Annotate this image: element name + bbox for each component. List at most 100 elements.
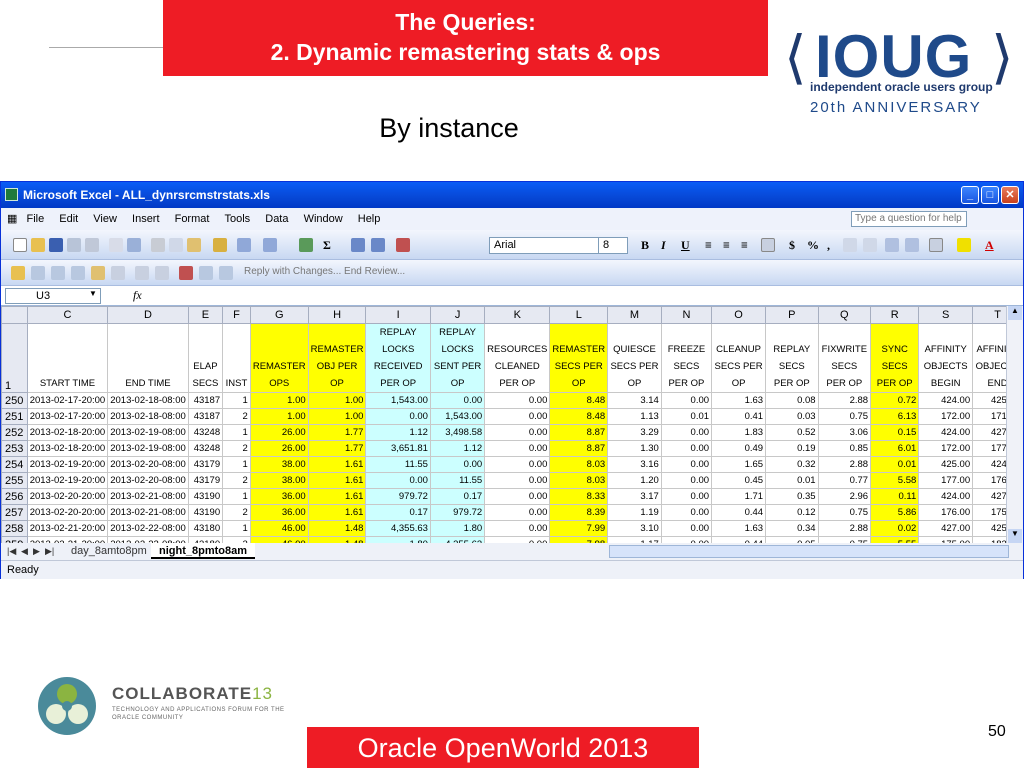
table-cell[interactable]: 43179 — [187, 456, 224, 473]
table-cell[interactable]: 0.00 — [365, 472, 431, 489]
table-cell[interactable]: 2 — [222, 440, 251, 457]
table-cell[interactable]: 176.00 — [918, 504, 974, 521]
column-header[interactable]: L — [549, 306, 609, 324]
table-cell[interactable]: 0.11 — [870, 488, 920, 505]
table-cell[interactable]: 0.00 — [660, 520, 713, 537]
table-cell[interactable]: 979.72 — [429, 504, 486, 521]
table-cell[interactable]: 172.00 — [918, 440, 974, 457]
table-cell[interactable]: 2.88 — [817, 456, 872, 473]
table-cell[interactable]: 2 — [222, 408, 251, 425]
last-sheet-icon[interactable]: ▶| — [45, 543, 54, 560]
next-comment-icon[interactable] — [71, 266, 85, 280]
table-cell[interactable]: 3.17 — [607, 488, 662, 505]
table-cell[interactable]: 6.13 — [870, 408, 920, 425]
column-title-cell[interactable]: REPLAY LOCKS SENT PER OP — [429, 323, 486, 393]
table-cell[interactable]: 0.19 — [765, 440, 819, 457]
menu-file[interactable]: File — [26, 208, 44, 230]
menu-data[interactable]: Data — [265, 208, 288, 230]
table-cell[interactable]: 1 — [222, 520, 251, 537]
table-cell[interactable]: 0.17 — [429, 488, 486, 505]
table-cell[interactable]: 3,498.58 — [429, 424, 486, 441]
table-cell[interactable]: 0.00 — [660, 392, 713, 409]
table-cell[interactable]: 0.72 — [870, 392, 920, 409]
table-cell[interactable]: 1.77 — [307, 424, 367, 441]
table-cell[interactable]: 3.06 — [817, 424, 872, 441]
table-cell[interactable]: 0.35 — [765, 488, 819, 505]
minimize-button[interactable]: _ — [961, 186, 979, 204]
table-cell[interactable]: 43179 — [187, 472, 224, 489]
comment-icon[interactable] — [31, 266, 45, 280]
column-header[interactable]: E — [187, 306, 224, 324]
print-preview-icon[interactable] — [109, 238, 123, 252]
menu-view[interactable]: View — [93, 208, 117, 230]
table-cell[interactable]: 0.34 — [765, 520, 819, 537]
name-box[interactable]: U3 — [5, 288, 101, 304]
table-cell[interactable]: 2013-02-18-20:00 — [26, 440, 109, 457]
column-header[interactable]: G — [249, 306, 309, 324]
table-cell[interactable]: 2013-02-19-08:00 — [107, 424, 189, 441]
table-cell[interactable]: 43248 — [187, 440, 224, 457]
table-cell[interactable]: 2013-02-19-08:00 — [107, 440, 189, 457]
table-cell[interactable]: 0.41 — [711, 408, 767, 425]
print-icon[interactable] — [85, 238, 99, 252]
column-header[interactable]: Q — [817, 306, 872, 324]
italic-icon[interactable]: I — [661, 238, 666, 253]
sort-ascending-icon[interactable] — [351, 238, 365, 252]
table-cell[interactable]: 0.00 — [660, 504, 713, 521]
align-center-icon[interactable]: ≡ — [723, 238, 730, 253]
workbook-icon[interactable]: ▦ — [7, 208, 17, 230]
table-cell[interactable]: 1 — [222, 488, 251, 505]
table-cell[interactable]: 0.00 — [365, 408, 431, 425]
row-header[interactable]: 251 — [1, 408, 28, 425]
table-cell[interactable]: 0.00 — [484, 520, 551, 537]
table-cell[interactable]: 979.72 — [365, 488, 431, 505]
column-title-cell[interactable]: FIXWRITE SECS PER OP — [817, 323, 872, 393]
table-cell[interactable]: 2013-02-21-20:00 — [26, 520, 109, 537]
table-cell[interactable]: 1.61 — [307, 456, 367, 473]
table-cell[interactable]: 1.00 — [307, 408, 367, 425]
table-cell[interactable]: 1.12 — [365, 424, 431, 441]
table-cell[interactable]: 2013-02-21-08:00 — [107, 504, 189, 521]
table-cell[interactable]: 0.08 — [765, 392, 819, 409]
table-cell[interactable]: 0.75 — [817, 504, 872, 521]
table-cell[interactable]: 0.01 — [660, 408, 713, 425]
table-cell[interactable]: 11.55 — [429, 472, 486, 489]
column-header[interactable]: I — [365, 306, 431, 324]
table-cell[interactable]: 1.61 — [307, 472, 367, 489]
table-cell[interactable]: 1.00 — [307, 392, 367, 409]
table-cell[interactable]: 2.88 — [817, 520, 872, 537]
column-header[interactable]: F — [222, 306, 251, 324]
bold-icon[interactable]: B — [641, 238, 649, 253]
table-cell[interactable]: 0.01 — [765, 472, 819, 489]
table-cell[interactable]: 1 — [222, 392, 251, 409]
table-cell[interactable]: 0.00 — [484, 488, 551, 505]
table-cell[interactable]: 2 — [222, 504, 251, 521]
column-title-cell[interactable]: SYNC SECS PER OP — [870, 323, 920, 393]
table-cell[interactable]: 1.71 — [711, 488, 767, 505]
table-cell[interactable]: 2013-02-18-20:00 — [26, 424, 109, 441]
row-header[interactable]: 256 — [1, 488, 28, 505]
sheet-tab-day[interactable]: day_8amto8pm — [61, 543, 157, 560]
column-title-cell[interactable]: END TIME — [107, 323, 189, 393]
menu-edit[interactable]: Edit — [59, 208, 78, 230]
table-cell[interactable]: 7.99 — [549, 520, 609, 537]
merge-center-icon[interactable] — [761, 238, 775, 252]
permission-icon[interactable] — [67, 238, 81, 252]
table-cell[interactable]: 43190 — [187, 504, 224, 521]
table-cell[interactable]: 424.00 — [918, 392, 974, 409]
column-header[interactable]: J — [429, 306, 486, 324]
column-title-cell[interactable]: REPLAY LOCKS RECEIVED PER OP — [365, 323, 431, 393]
table-cell[interactable]: 0.00 — [484, 392, 551, 409]
table-cell[interactable]: 3.29 — [607, 424, 662, 441]
column-header[interactable]: H — [307, 306, 367, 324]
table-cell[interactable]: 0.01 — [870, 456, 920, 473]
table-cell[interactable]: 3.10 — [607, 520, 662, 537]
table-cell[interactable]: 0.03 — [765, 408, 819, 425]
row-header[interactable]: 253 — [1, 440, 28, 457]
table-cell[interactable]: 1.19 — [607, 504, 662, 521]
font-name-select[interactable]: Arial — [489, 237, 601, 254]
column-title-cell[interactable]: QUIESCE SECS PER OP — [607, 323, 662, 393]
table-cell[interactable]: 2013-02-20-08:00 — [107, 472, 189, 489]
table-cell[interactable]: 0.15 — [870, 424, 920, 441]
align-right-icon[interactable]: ≡ — [741, 238, 748, 253]
